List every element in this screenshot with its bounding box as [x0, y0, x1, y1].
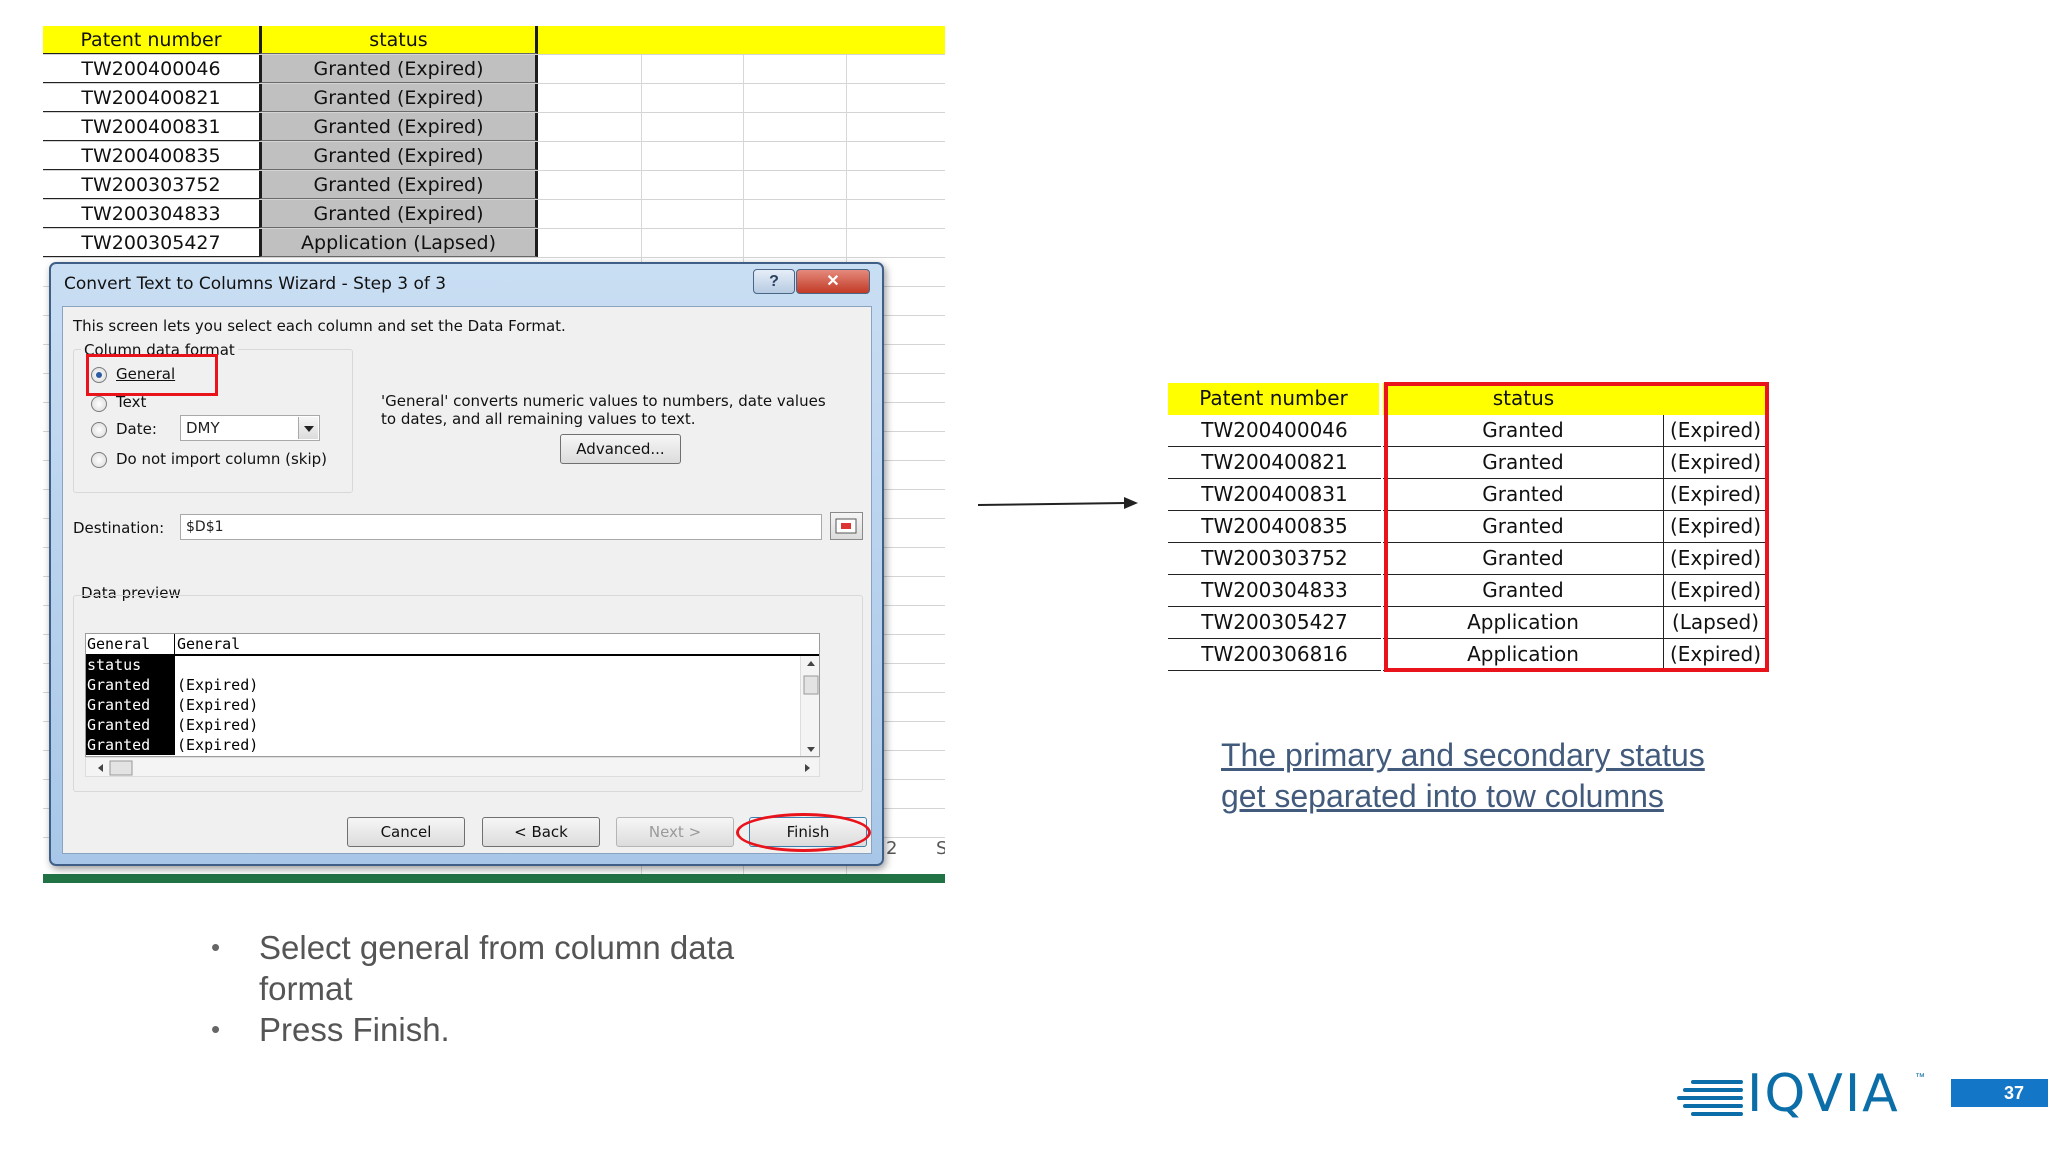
- sheet-tab-fragment[interactable]: S: [936, 838, 945, 859]
- preview-cell: (Expired): [177, 736, 259, 754]
- cancel-button[interactable]: Cancel: [347, 817, 465, 847]
- cell-status[interactable]: Granted (Expired): [259, 200, 538, 228]
- horizontal-scrollbar[interactable]: [85, 757, 820, 777]
- result-cell-patent[interactable]: TW200400835: [1168, 511, 1381, 543]
- dialog-title: Convert Text to Columns Wizard - Step 3 …: [64, 274, 447, 294]
- general-description-line1: 'General' converts numeric values to num…: [381, 392, 826, 410]
- cell-patent-number[interactable]: TW200400046: [43, 55, 259, 83]
- cell-patent-number[interactable]: TW200305427: [43, 229, 259, 257]
- cell-patent-number[interactable]: TW200304833: [43, 200, 259, 228]
- logo-line: [1677, 1096, 1743, 1100]
- spreadsheet-header-row: Patent number status: [43, 26, 945, 55]
- preview-header-col1[interactable]: General: [86, 634, 175, 656]
- page-number: 37: [1951, 1079, 2048, 1107]
- text-radio[interactable]: [91, 396, 107, 412]
- preview-cell: Granted: [86, 675, 175, 695]
- skip-label[interactable]: Do not import column (skip): [116, 450, 327, 468]
- preview-cell: (Expired): [177, 716, 259, 734]
- logo-text: IQVIA: [1747, 1064, 1900, 1124]
- finish-highlight-ellipse: [736, 813, 871, 852]
- date-radio[interactable]: [91, 422, 107, 438]
- instruction-item: Select general from column data format: [200, 927, 760, 1009]
- preview-cell: Granted: [86, 735, 175, 755]
- column-header-status[interactable]: status: [259, 26, 538, 54]
- cell-patent-number[interactable]: TW200400835: [43, 142, 259, 170]
- result-cell-patent[interactable]: TW200400831: [1168, 479, 1381, 511]
- preview-cell: (Expired): [177, 676, 259, 694]
- back-button[interactable]: < Back: [482, 817, 600, 847]
- column-header-patent-number[interactable]: Patent number: [43, 26, 259, 54]
- text-label[interactable]: Text: [116, 393, 146, 411]
- spreadsheet-row: TW200400046 Granted (Expired): [43, 55, 945, 84]
- cell-status[interactable]: Granted (Expired): [259, 171, 538, 199]
- general-description-line2: to dates, and all remaining values to te…: [381, 410, 696, 428]
- cell-patent-number[interactable]: TW200303752: [43, 171, 259, 199]
- spreadsheet-row: TW200400835 Granted (Expired): [43, 142, 945, 171]
- text-to-columns-dialog: Convert Text to Columns Wizard - Step 3 …: [49, 262, 884, 866]
- result-header-patent-number[interactable]: Patent number: [1168, 383, 1381, 415]
- logo-trademark: ™: [1915, 1072, 1925, 1083]
- status-columns-highlight-box: [1384, 382, 1769, 672]
- logo-line: [1683, 1104, 1743, 1108]
- cell-patent-number[interactable]: TW200400831: [43, 113, 259, 141]
- chevron-down-icon[interactable]: [298, 417, 318, 439]
- skip-radio[interactable]: [91, 452, 107, 468]
- spreadsheet-row: TW200305427 Application (Lapsed): [43, 229, 945, 258]
- result-cell-patent[interactable]: TW200400046: [1168, 415, 1381, 447]
- close-button[interactable]: ✕: [796, 269, 870, 294]
- result-cell-patent[interactable]: TW200304833: [1168, 575, 1381, 607]
- result-caption[interactable]: The primary and secondary status get sep…: [1221, 735, 1741, 817]
- destination-input[interactable]: $D$1: [180, 514, 822, 540]
- result-cell-patent[interactable]: TW200306816: [1168, 639, 1381, 671]
- spreadsheet-row: TW200400831 Granted (Expired): [43, 113, 945, 142]
- date-label[interactable]: Date:: [116, 420, 157, 438]
- preview-header-row: General General: [86, 634, 819, 656]
- vertical-scrollbar[interactable]: [800, 656, 819, 756]
- advanced-button[interactable]: Advanced...: [560, 434, 681, 464]
- cell-status[interactable]: Application (Lapsed): [259, 229, 538, 257]
- spreadsheet-row: TW200303752 Granted (Expired): [43, 171, 945, 200]
- spreadsheet-row: TW200304833 Granted (Expired): [43, 200, 945, 229]
- result-cell-patent[interactable]: TW200400821: [1168, 447, 1381, 479]
- spreadsheet-row: TW200400821 Granted (Expired): [43, 84, 945, 113]
- arrow-right-icon: [978, 497, 1138, 509]
- cell-patent-number[interactable]: TW200400821: [43, 84, 259, 112]
- destination-label: Destination:: [73, 519, 165, 537]
- cell-status[interactable]: Granted (Expired): [259, 113, 538, 141]
- preview-cell: Granted: [86, 715, 175, 735]
- cell-status[interactable]: Granted (Expired): [259, 84, 538, 112]
- dialog-intro: This screen lets you select each column …: [73, 317, 566, 335]
- help-button[interactable]: ?: [753, 269, 795, 294]
- result-cell-patent[interactable]: TW200305427: [1168, 607, 1381, 639]
- preview-cell: status: [86, 655, 175, 675]
- preview-cell: Granted: [86, 695, 175, 715]
- logo-line: [1691, 1112, 1743, 1116]
- dialog-body: This screen lets you select each column …: [62, 306, 872, 854]
- range-picker-icon[interactable]: [830, 512, 863, 540]
- logo-line: [1683, 1088, 1743, 1092]
- sheet-tab-fragment[interactable]: 2: [886, 838, 897, 859]
- instruction-list: Select general from column data format P…: [200, 927, 760, 1050]
- result-cell-patent[interactable]: TW200303752: [1168, 543, 1381, 575]
- preview-cell: (Expired): [177, 696, 259, 714]
- data-preview-table[interactable]: General General status Granted (Expired)…: [85, 633, 820, 757]
- cell-status[interactable]: Granted (Expired): [259, 142, 538, 170]
- instruction-item: Press Finish.: [200, 1009, 760, 1050]
- iqvia-logo: IQVIA ™: [1677, 1064, 1925, 1124]
- logo-line: [1691, 1080, 1743, 1084]
- general-highlight-box: [86, 354, 218, 396]
- cell-status[interactable]: Granted (Expired): [259, 55, 538, 83]
- header-fill: [538, 26, 945, 54]
- result-table: Patent number status TW200400046 Granted…: [1168, 382, 1769, 674]
- next-button[interactable]: Next >: [616, 817, 734, 847]
- status-bar: [43, 874, 945, 883]
- preview-header-col2[interactable]: General: [175, 634, 819, 656]
